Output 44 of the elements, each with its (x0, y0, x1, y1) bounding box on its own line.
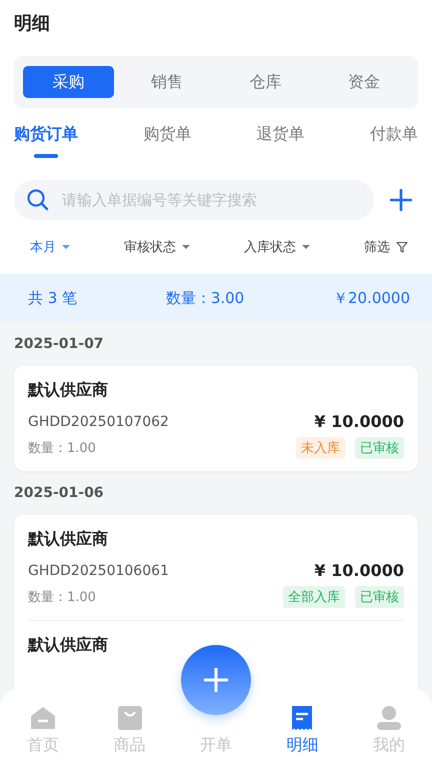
caret-icon (302, 245, 310, 249)
status-tag: 已审核 (355, 437, 404, 459)
status-tag: 已审核 (355, 586, 404, 608)
filter-dropdown[interactable]: 审核状态 (124, 238, 190, 256)
supplier-name: 默认供应商 (28, 635, 109, 656)
tab-underline (34, 154, 58, 158)
order-number: GHDD20250106061 (28, 562, 169, 578)
order-card[interactable]: 默认供应商 GHDD20250107062 ¥ 10.0000 数量：1.00 未入库 已审核 (14, 366, 418, 471)
funnel-icon[interactable] (396, 241, 408, 253)
search-field[interactable]: 请输入单据编号等关键字搜索 (14, 180, 374, 220)
document-tab[interactable]: 购货订单 (14, 124, 78, 145)
supplier-name: 默认供应商 (28, 529, 109, 550)
category-tab[interactable]: 资金 (318, 66, 409, 98)
date-heading: 2025-01-07 (14, 335, 105, 354)
document-tab[interactable]: 退货单 (256, 124, 305, 145)
total-amount: ￥20.0000 (332, 288, 410, 308)
status-tag: 未入库 (296, 437, 345, 459)
nav-tab[interactable]: 明细 (286, 735, 318, 756)
total-quantity: 数量：3.00 (166, 288, 244, 308)
category-tab[interactable]: 销售 (122, 66, 212, 98)
search-icon[interactable] (26, 188, 50, 212)
category-tab[interactable]: 仓库 (220, 66, 310, 98)
search-input[interactable]: 请输入单据编号等关键字搜索 (60, 190, 362, 210)
filter-dropdown[interactable]: 筛选 (364, 238, 408, 256)
order-quantity: 数量：1.00 (28, 589, 96, 606)
category-tab[interactable]: 采购 (23, 66, 114, 98)
page-title: 明细 (14, 12, 51, 36)
plus-icon[interactable] (390, 189, 412, 211)
status-tag: 全部入库 (283, 586, 345, 608)
caret-icon (62, 245, 70, 249)
order-count: 共 3 笔 (28, 288, 78, 308)
supplier-name: 默认供应商 (28, 380, 109, 401)
filter-dropdown[interactable]: 入库状态 (244, 238, 310, 256)
caret-icon (182, 245, 190, 249)
order-number: GHDD20250107062 (28, 414, 169, 430)
order-card[interactable]: 默认供应商 GHDD20250106061 ¥ 10.0000 数量：1.00 全部入库 已审核 默认供应商 (14, 515, 418, 688)
document-tab[interactable]: 购货单 (143, 124, 192, 145)
date-heading: 2025-01-06 (14, 484, 105, 503)
document-tab[interactable]: 付款单 (370, 124, 418, 145)
order-quantity: 数量：1.00 (28, 440, 96, 457)
document-icon[interactable] (291, 705, 314, 731)
order-amount: ¥ 10.0000 (314, 412, 404, 431)
filter-dropdown[interactable]: 本月 (30, 238, 70, 256)
order-amount: ¥ 10.0000 (314, 561, 404, 580)
